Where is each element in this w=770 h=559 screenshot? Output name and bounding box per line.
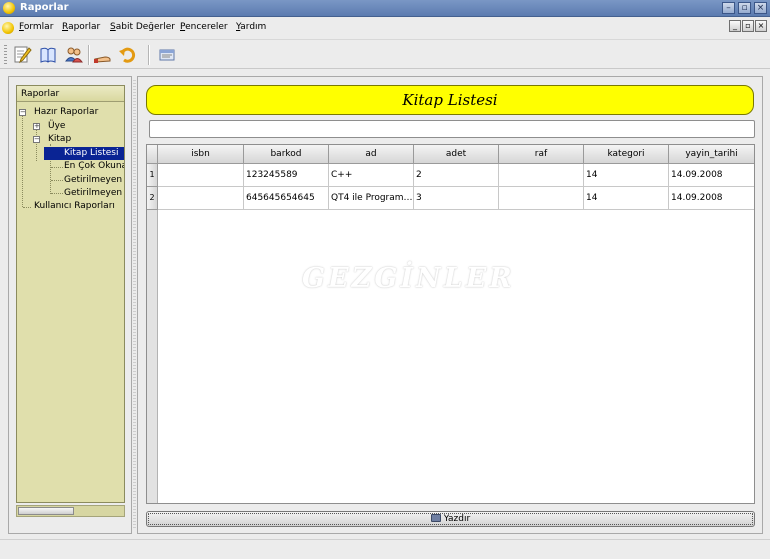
toolbar	[0, 39, 770, 69]
expand-icon[interactable]: +	[33, 123, 40, 130]
menu-raporlar[interactable]: Raporlar	[62, 22, 100, 32]
table-cell[interactable]: 123245589	[244, 164, 329, 187]
tree-item-kitap[interactable]: Kitap	[48, 133, 71, 146]
table-cell[interactable]: 14.09.2008	[669, 187, 754, 210]
tree-item-kitap-listesi[interactable]: Kitap Listesi	[44, 147, 124, 160]
child-restore-button[interactable]: ▫	[742, 20, 754, 32]
tree-line	[51, 193, 63, 194]
column-header-barkod[interactable]: barkod	[244, 145, 329, 164]
status-bar	[0, 539, 770, 559]
column-header-yayin-tarihi[interactable]: yayin_tarihi	[669, 145, 754, 164]
report-table[interactable]: isbn barkod ad adet raf kategori yayin_t…	[146, 144, 755, 504]
column-header-ad[interactable]: ad	[329, 145, 414, 164]
filter-input[interactable]	[149, 120, 755, 138]
menu-sabit-degerler[interactable]: Sabit Değerler	[110, 22, 175, 32]
column-header-isbn[interactable]: isbn	[158, 145, 244, 164]
tree-item-getirilmeyen-g[interactable]: Getirilmeyen G	[64, 187, 124, 200]
tree-line	[23, 207, 31, 208]
hand-icon[interactable]	[93, 45, 113, 65]
scrollbar-thumb[interactable]	[18, 507, 74, 515]
row-header-1[interactable]: 1	[147, 164, 158, 187]
column-header-adet[interactable]: adet	[414, 145, 499, 164]
book-icon[interactable]	[38, 45, 58, 65]
table-cell[interactable]: 2	[414, 164, 499, 187]
window-icon[interactable]	[157, 45, 177, 65]
table-cell[interactable]: 14	[584, 164, 669, 187]
minimize-button[interactable]: –	[722, 2, 735, 14]
collapse-icon[interactable]: −	[19, 109, 26, 116]
watermark: GEZGİNLER	[302, 263, 515, 294]
row-header-strip	[147, 164, 158, 503]
table-cell[interactable]: 14.09.2008	[669, 164, 754, 187]
table-cell[interactable]: 645645654645	[244, 187, 329, 210]
child-minimize-button[interactable]: _	[729, 20, 741, 32]
menu-pencereler[interactable]: Pencereler	[180, 22, 228, 32]
report-tree[interactable]: Raporlar − Hazır Raporlar + Üye − Kitap …	[16, 85, 125, 503]
report-title: Kitap Listesi	[146, 85, 754, 115]
table-cell[interactable]	[499, 187, 584, 210]
toolbar-separator	[88, 45, 90, 65]
close-button[interactable]: ×	[754, 2, 767, 14]
tree-item-hazir-raporlar[interactable]: Hazır Raporlar	[34, 106, 98, 119]
printer-icon	[430, 514, 441, 522]
menu-bar: Formlar Raporlar Sabit Değerler Pencerel…	[0, 17, 770, 39]
table-cell[interactable]: C++	[329, 164, 414, 187]
row-header-2[interactable]: 2	[147, 187, 158, 210]
tree-header[interactable]: Raporlar	[17, 86, 124, 102]
table-cell[interactable]: 3	[414, 187, 499, 210]
title-bar: Raporlar – ▫ ×	[0, 0, 770, 17]
report-panel: Kitap Listesi isbn barkod ad adet raf ka…	[137, 76, 763, 534]
menu-yardim[interactable]: Yardım	[236, 22, 266, 32]
column-header-kategori[interactable]: kategori	[584, 145, 669, 164]
tree-item-getirilmeyen-k[interactable]: Getirilmeyen K	[64, 174, 124, 187]
menu-formlar[interactable]: Formlar	[19, 22, 53, 32]
table-cell[interactable]	[158, 187, 244, 210]
table-cell[interactable]: QT4 ile Programl...	[329, 187, 414, 210]
users-icon[interactable]	[64, 45, 84, 65]
toolbar-separator	[148, 45, 150, 65]
tree-line	[22, 116, 23, 207]
window-title: Raporlar	[20, 2, 69, 13]
print-button-label: Yazdır	[443, 514, 471, 524]
child-close-button[interactable]: ×	[755, 20, 767, 32]
app-icon	[3, 2, 15, 14]
tree-line	[51, 180, 63, 181]
undo-arrow-icon[interactable]	[118, 45, 138, 65]
tree-item-uye[interactable]: Üye	[48, 120, 65, 133]
print-button[interactable]: Yazdır	[146, 511, 755, 527]
column-header-raf[interactable]: raf	[499, 145, 584, 164]
collapse-icon[interactable]: −	[33, 136, 40, 143]
tree-line	[51, 167, 63, 168]
report-tree-panel: Raporlar − Hazır Raporlar + Üye − Kitap …	[8, 76, 132, 534]
maximize-button[interactable]: ▫	[738, 2, 751, 14]
table-corner-button[interactable]	[147, 145, 158, 164]
tree-item-kullanici-raporlari[interactable]: Kullanıcı Raporları	[34, 200, 115, 213]
mdi-child-icon[interactable]	[2, 22, 14, 34]
panel-splitter[interactable]	[133, 80, 136, 530]
edit-form-icon[interactable]	[12, 45, 32, 65]
toolbar-grip[interactable]	[4, 45, 7, 65]
table-cell[interactable]	[499, 164, 584, 187]
tree-item-en-cok-okunan[interactable]: En Çok Okunan	[64, 160, 124, 173]
table-cell[interactable]: 14	[584, 187, 669, 210]
tree-horizontal-scrollbar[interactable]	[16, 505, 125, 517]
table-cell[interactable]	[158, 164, 244, 187]
